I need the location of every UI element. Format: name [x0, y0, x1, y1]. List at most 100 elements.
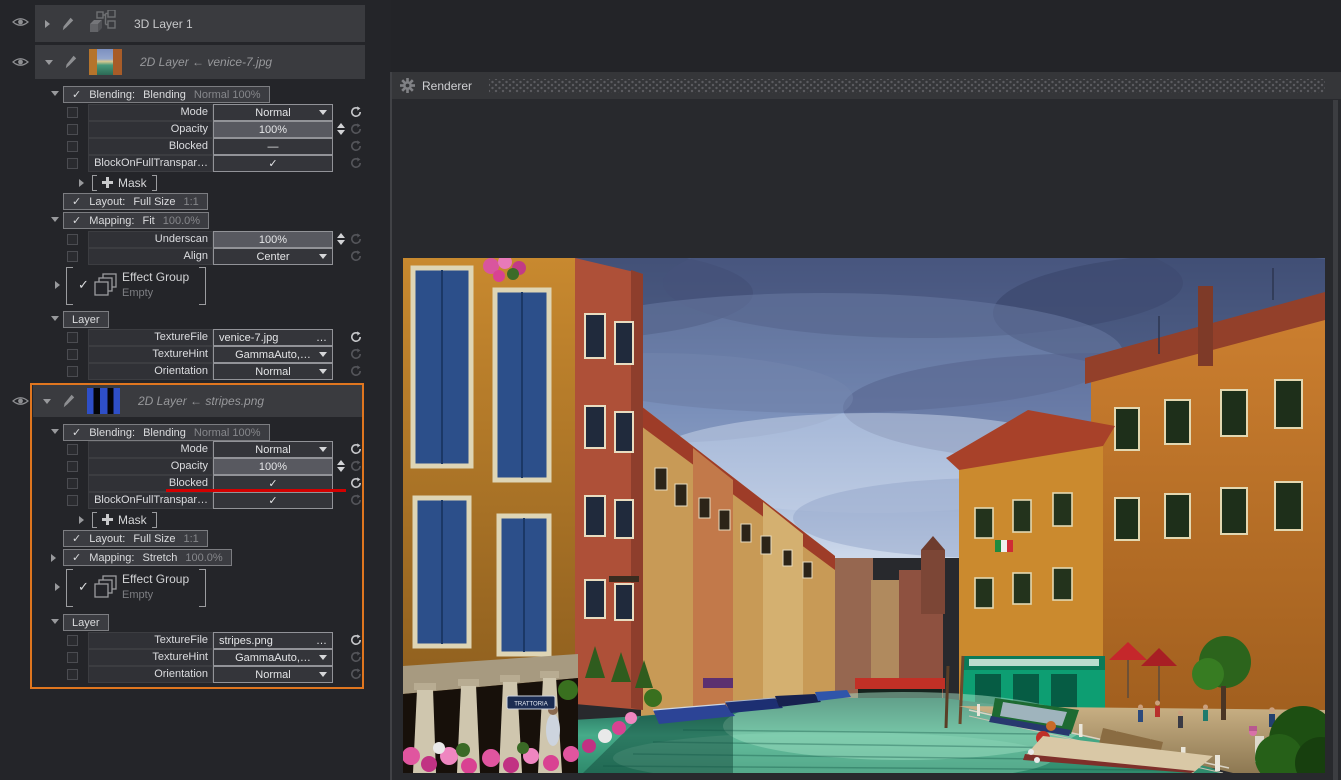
mask-add[interactable]: Mask: [92, 511, 157, 528]
section-layout[interactable]: ✓Layout:Full Size1:1: [63, 193, 208, 210]
reset-icon[interactable]: [350, 233, 362, 245]
reset-icon[interactable]: [350, 123, 362, 135]
row-checkbox[interactable]: [67, 366, 78, 377]
mode-value: Normal: [255, 107, 290, 119]
edit-pencil-icon[interactable]: [65, 55, 77, 69]
mode-dropdown[interactable]: Normal: [213, 104, 333, 121]
row-checkbox[interactable]: [67, 635, 78, 646]
reset-icon[interactable]: [350, 365, 362, 377]
orientation-dropdown[interactable]: Normal: [213, 363, 333, 380]
collapse-arrow-icon[interactable]: [45, 60, 53, 65]
opacity-field[interactable]: 100%: [213, 458, 333, 475]
section-mapping[interactable]: ✓Mapping:Fit100.0%: [63, 212, 209, 229]
reset-icon[interactable]: [350, 157, 362, 169]
reset-icon[interactable]: [350, 477, 362, 489]
section-mapping[interactable]: ✓Mapping:Stretch100.0%: [63, 549, 232, 566]
vertical-scrollbar[interactable]: [1333, 100, 1338, 780]
row-checkbox[interactable]: [67, 444, 78, 455]
reset-icon[interactable]: [350, 651, 362, 663]
reset-icon[interactable]: [350, 348, 362, 360]
checkbox-checked[interactable]: ✓: [72, 88, 81, 101]
checkbox-checked[interactable]: ✓: [78, 277, 89, 293]
expand-arrow-icon[interactable]: [45, 20, 50, 28]
renderer-viewport[interactable]: TRATTORIA: [392, 99, 1341, 780]
reset-icon[interactable]: [350, 460, 362, 472]
row-checkbox[interactable]: [67, 158, 78, 169]
section-layer_section[interactable]: Layer: [63, 614, 109, 631]
checkbox-checked[interactable]: ✓: [72, 532, 81, 545]
expander-icon[interactable]: [79, 516, 84, 524]
expander-icon[interactable]: [55, 281, 60, 289]
row-checkbox[interactable]: [67, 652, 78, 663]
expander-icon[interactable]: [51, 217, 59, 222]
collapse-arrow-icon[interactable]: [43, 399, 51, 404]
row-checkbox[interactable]: [67, 124, 78, 135]
underscan-field[interactable]: 100%: [213, 231, 333, 248]
align-value: Center: [256, 251, 289, 263]
row-checkbox[interactable]: [67, 495, 78, 506]
layer-stripes-header[interactable]: 2D Layer ← stripes.png: [33, 385, 363, 417]
checkbox-checked[interactable]: ✓: [72, 551, 81, 564]
visibility-eye-icon[interactable]: [12, 56, 29, 68]
row-checkbox[interactable]: [67, 349, 78, 360]
opacity-spinner[interactable]: [337, 123, 345, 135]
section-blending[interactable]: ✓Blending:BlendingNormal 100%: [63, 86, 270, 103]
texturefile-field[interactable]: stripes.png…: [213, 632, 333, 649]
reset-icon[interactable]: [350, 443, 362, 455]
edit-pencil-icon[interactable]: [62, 17, 74, 31]
row-checkbox[interactable]: [67, 669, 78, 680]
row-checkbox[interactable]: [67, 332, 78, 343]
row-checkbox[interactable]: [67, 234, 78, 245]
align-dropdown[interactable]: Center: [213, 248, 333, 265]
reset-icon[interactable]: [350, 106, 362, 118]
expander-icon[interactable]: [51, 554, 56, 562]
row-checkbox[interactable]: [67, 461, 78, 472]
opacity-field[interactable]: 100%: [213, 121, 333, 138]
visibility-eye-icon[interactable]: [12, 16, 29, 28]
edit-pencil-icon[interactable]: [63, 394, 75, 408]
row-checkbox[interactable]: [67, 141, 78, 152]
browse-button[interactable]: …: [316, 635, 327, 647]
reset-icon[interactable]: [350, 140, 362, 152]
row-checkbox[interactable]: [67, 251, 78, 262]
checkbox-checked[interactable]: ✓: [72, 195, 81, 208]
layer-label: 3D Layer 1: [134, 17, 193, 31]
underscan-spinner[interactable]: [337, 233, 345, 245]
expander-icon[interactable]: [79, 179, 84, 187]
browse-button[interactable]: …: [316, 332, 327, 344]
expander-icon[interactable]: [51, 429, 59, 434]
reset-icon[interactable]: [350, 250, 362, 262]
texturehint-dropdown[interactable]: GammaAuto,…: [213, 346, 333, 363]
mask-add[interactable]: Mask: [92, 174, 157, 191]
botransp-field[interactable]: ✓: [213, 155, 333, 172]
reset-icon[interactable]: [350, 634, 362, 646]
botransp-field[interactable]: ✓: [213, 492, 333, 509]
expander-icon[interactable]: [51, 316, 59, 321]
texturefile-label: TextureFile: [88, 329, 213, 346]
layer-3d-header[interactable]: 3D Layer 1: [35, 5, 365, 42]
reset-icon[interactable]: [350, 668, 362, 680]
row-checkbox[interactable]: [67, 107, 78, 118]
section-blending[interactable]: ✓Blending:BlendingNormal 100%: [63, 424, 270, 441]
reset-icon[interactable]: [350, 494, 362, 506]
expander-icon[interactable]: [55, 583, 60, 591]
reset-icon[interactable]: [350, 331, 362, 343]
layer-venice-header[interactable]: 2D Layer ← venice-7.jpg: [35, 45, 365, 79]
section-layout[interactable]: ✓Layout:Full Size1:1: [63, 530, 208, 547]
texturefile-field[interactable]: venice-7.jpg…: [213, 329, 333, 346]
mode-dropdown[interactable]: Normal: [213, 441, 333, 458]
expander-icon[interactable]: [51, 91, 59, 96]
checkbox-checked[interactable]: ✓: [78, 579, 89, 595]
opacity-spinner[interactable]: [337, 460, 345, 472]
spinner-up-icon: [337, 460, 345, 465]
expander-icon[interactable]: [51, 619, 59, 624]
gear-icon[interactable]: [400, 78, 415, 93]
texturehint-dropdown[interactable]: GammaAuto,…: [213, 649, 333, 666]
row-checkbox[interactable]: [67, 478, 78, 489]
visibility-eye-icon[interactable]: [12, 395, 29, 407]
checkbox-checked[interactable]: ✓: [72, 214, 81, 227]
blocked-field[interactable]: —: [213, 138, 333, 155]
orientation-dropdown[interactable]: Normal: [213, 666, 333, 683]
section-layer_section[interactable]: Layer: [63, 311, 109, 328]
checkbox-checked[interactable]: ✓: [72, 426, 81, 439]
